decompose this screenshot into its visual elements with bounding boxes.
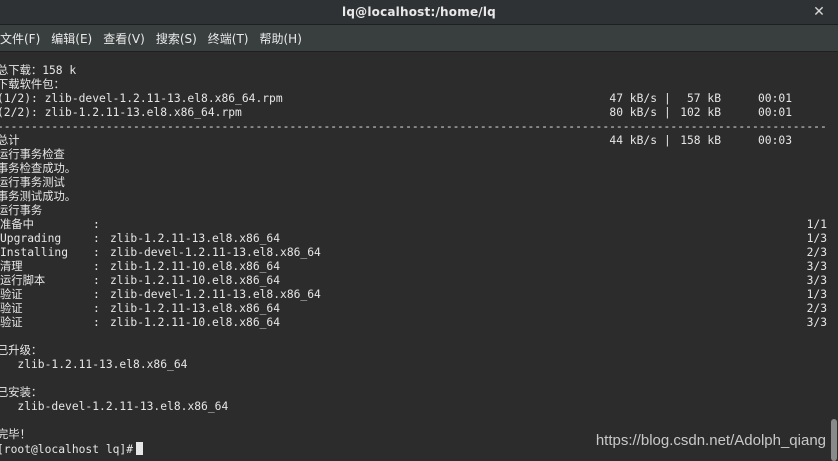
column-separator: |: [664, 106, 671, 119]
column-separator: |: [664, 134, 671, 147]
transaction-colon: :: [93, 232, 100, 245]
download-time: 00:01: [758, 106, 793, 119]
download-row: (1/2): zlib-devel-1.2.11-13.el8.x86_64.r…: [0, 92, 827, 106]
transaction-row: 准备中 : 1/1: [0, 218, 827, 232]
transaction-package: zlib-1.2.11-10.el8.x86_64: [110, 274, 281, 287]
total-size: 158 kB: [680, 134, 721, 147]
check-line: 运行事务测试: [0, 176, 65, 189]
transaction-package: zlib-1.2.11-13.el8.x86_64: [110, 302, 281, 315]
transaction-package: zlib-devel-1.2.11-13.el8.x86_64: [110, 288, 321, 301]
transaction-row: 清理 : zlib-1.2.11-10.el8.x86_64 3/3: [0, 260, 827, 274]
transaction-package: zlib-1.2.11-13.el8.x86_64: [110, 232, 281, 245]
transaction-count: 1/1: [806, 218, 827, 231]
transaction-count: 2/3: [806, 246, 827, 259]
download-row: (2/2): zlib-1.2.11-13.el8.x86_64.rpm 80 …: [0, 106, 827, 120]
menu-bar: 文件(F) 编辑(E) 查看(V) 搜索(S) 终端(T) 帮助(H): [0, 25, 838, 52]
transaction-row: 验证 : zlib-1.2.11-10.el8.x86_64 3/3: [0, 316, 827, 330]
transaction-stage: Upgrading: [0, 232, 62, 245]
download-size: 57 kB: [686, 92, 721, 105]
installed-package: zlib-devel-1.2.11-13.el8.x86_64: [0, 400, 827, 414]
watermark-text: https://blog.csdn.net/Adolph_qiang: [595, 432, 826, 449]
total-row: 总计 44 kB/s | 158 kB 00:03: [0, 134, 827, 148]
transaction-package: zlib-devel-1.2.11-13.el8.x86_64: [110, 246, 321, 259]
total-label: 总计: [0, 134, 20, 147]
menu-file[interactable]: 文件(F): [0, 30, 46, 47]
download-speed: 80 kB/s: [609, 106, 657, 119]
download-name: (1/2): zlib-devel-1.2.11-13.el8.x86_64.r…: [0, 92, 283, 105]
transaction-row: 验证 : zlib-devel-1.2.11-13.el8.x86_64 1/3: [0, 288, 827, 302]
menu-view[interactable]: 查看(V): [103, 30, 151, 47]
installed-package-name: zlib-devel-1.2.11-13.el8.x86_64: [17, 400, 229, 413]
transaction-count: 3/3: [806, 274, 827, 287]
transaction-package: zlib-1.2.11-10.el8.x86_64: [110, 316, 281, 329]
terminal-output: 总下载：158 k 下载软件包： (1/2): zlib-devel-1.2.1…: [0, 64, 827, 456]
menu-terminal[interactable]: 终端(T): [208, 30, 255, 47]
terminal-area[interactable]: 总下载：158 k 下载软件包： (1/2): zlib-devel-1.2.1…: [0, 52, 829, 461]
check-line: 运行事务: [0, 204, 43, 217]
total-download-line: 总下载：158 k: [0, 64, 77, 77]
text-cursor: [136, 442, 144, 455]
transaction-count: 1/3: [806, 232, 827, 245]
column-separator: |: [664, 92, 671, 105]
menu-help[interactable]: 帮助(H): [260, 30, 308, 47]
transaction-count: 3/3: [806, 260, 827, 273]
downloading-header: 下载软件包：: [0, 78, 65, 91]
window-title: lq@localhost:/home/lq: [342, 5, 496, 19]
transaction-stage: 验证: [0, 302, 23, 315]
download-speed: 47 kB/s: [609, 92, 657, 105]
check-line: 运行事务检查: [0, 148, 65, 161]
transaction-colon: :: [93, 288, 100, 301]
download-name: (2/2): zlib-1.2.11-13.el8.x86_64.rpm: [0, 106, 242, 119]
transaction-count: 2/3: [806, 302, 827, 315]
menu-edit[interactable]: 编辑(E): [51, 30, 98, 47]
divider-line: ----------------------------------------…: [0, 120, 827, 133]
transaction-stage: 准备中: [0, 218, 34, 231]
transaction-stage: 验证: [0, 288, 23, 301]
transaction-colon: :: [93, 274, 100, 287]
close-icon[interactable]: ✕: [810, 3, 828, 21]
total-speed: 44 kB/s: [609, 134, 657, 147]
scrollbar-thumb[interactable]: [831, 419, 837, 461]
download-size: 102 kB: [680, 106, 721, 119]
upgraded-package-name: zlib-1.2.11-13.el8.x86_64: [17, 358, 188, 371]
transaction-colon: :: [93, 246, 100, 259]
title-bar: lq@localhost:/home/lq ✕: [0, 0, 838, 25]
upgraded-package: zlib-1.2.11-13.el8.x86_64: [0, 358, 827, 372]
transaction-stage: 清理: [0, 260, 23, 273]
transaction-row: Installing : zlib-devel-1.2.11-13.el8.x8…: [0, 246, 827, 260]
transaction-stage: 运行脚本: [0, 274, 46, 287]
transaction-colon: :: [93, 302, 100, 315]
transaction-count: 3/3: [806, 316, 827, 329]
menu-search[interactable]: 搜索(S): [156, 30, 203, 47]
transaction-colon: :: [93, 260, 100, 273]
shell-prompt: [root@localhost lq]#: [0, 443, 134, 456]
total-time: 00:03: [758, 134, 793, 147]
download-time: 00:01: [758, 92, 793, 105]
transaction-colon: :: [93, 218, 100, 231]
transaction-stage: 验证: [0, 316, 23, 329]
transaction-row: 运行脚本 : zlib-1.2.11-10.el8.x86_64 3/3: [0, 274, 827, 288]
check-line: 事务检查成功。: [0, 162, 77, 175]
transaction-stage: Installing: [0, 246, 69, 259]
transaction-package: zlib-1.2.11-10.el8.x86_64: [110, 260, 281, 273]
installed-header: 已安装：: [0, 386, 43, 399]
transaction-count: 1/3: [806, 288, 827, 301]
transaction-row: Upgrading : zlib-1.2.11-13.el8.x86_64 1/…: [0, 232, 827, 246]
transaction-row: 验证 : zlib-1.2.11-13.el8.x86_64 2/3: [0, 302, 827, 316]
upgraded-header: 已升级：: [0, 344, 43, 357]
check-line: 事务测试成功。: [0, 190, 77, 203]
transaction-colon: :: [93, 316, 100, 329]
vertical-scrollbar[interactable]: [829, 52, 838, 461]
